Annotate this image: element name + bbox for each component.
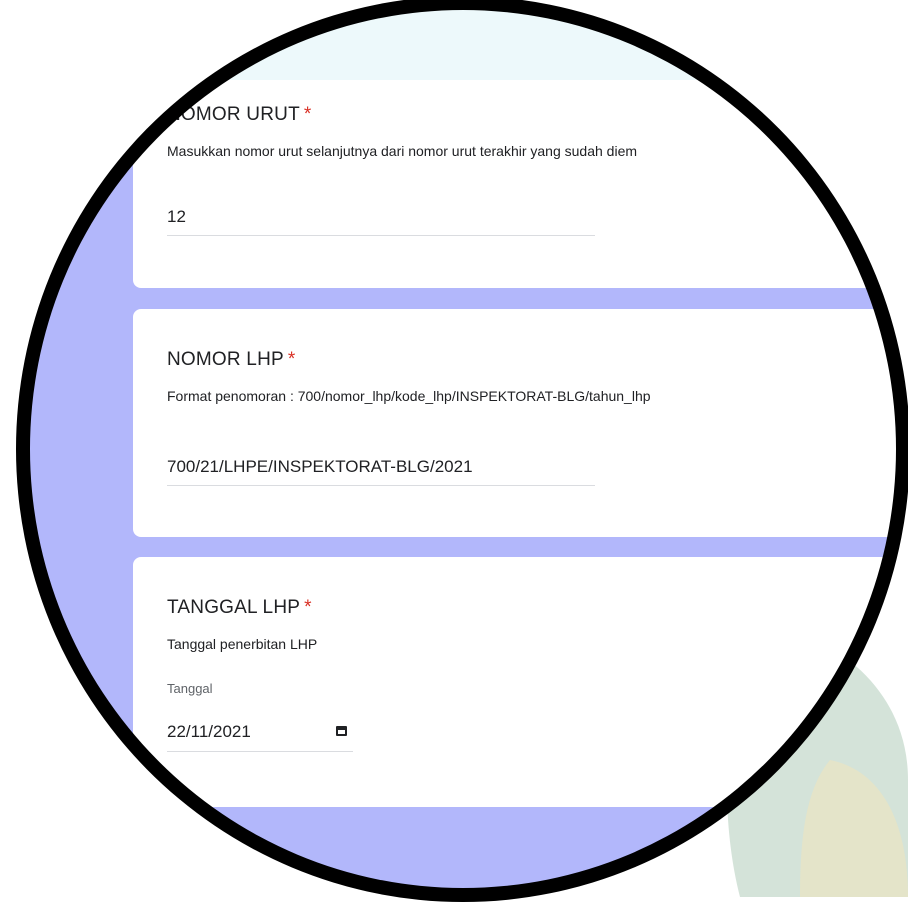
- question-card-tanggal-lhp: TANGGAL LHP * Tanggal penerbitan LHP Tang…: [133, 557, 898, 807]
- form-header-strip: [28, 8, 898, 81]
- question-title-text: NOMOR LHP: [167, 349, 284, 370]
- question-card-nomor-lhp: NOMOR LHP * Format penomoran : 700/nomor_…: [133, 309, 898, 537]
- nomor-urut-input[interactable]: 12: [167, 203, 595, 236]
- question-description: Tanggal penerbitan LHP: [167, 636, 318, 652]
- question-title: NOMOR URUT *: [167, 104, 312, 126]
- question-title: TANGGAL LHP *: [167, 597, 312, 619]
- calendar-icon[interactable]: [336, 726, 347, 736]
- question-description: Format penomoran : 700/nomor_lhp/kode_lh…: [167, 388, 651, 404]
- question-title-text: NOMOR URUT: [167, 104, 300, 125]
- required-asterisk: *: [303, 104, 312, 125]
- tanggal-lhp-date-input[interactable]: 22/11/2021: [167, 717, 353, 752]
- question-description: Masukkan nomor urut selanjutnya dari nom…: [167, 143, 638, 159]
- date-field-label: Tanggal: [167, 681, 213, 696]
- required-asterisk: *: [304, 597, 312, 618]
- question-title-text: TANGGAL LHP: [167, 597, 301, 618]
- magnifier-lens: NOMOR URUT * Masukkan nomor urut selanjut…: [28, 8, 898, 890]
- nomor-lhp-input[interactable]: 700/21/LHPE/INSPEKTORAT-BLG/2021: [167, 453, 595, 486]
- question-card-nomor-urut: NOMOR URUT * Masukkan nomor urut selanjut…: [133, 80, 898, 288]
- question-title: NOMOR LHP *: [167, 349, 295, 371]
- date-value: 22/11/2021: [167, 722, 251, 741]
- required-asterisk: *: [287, 349, 296, 370]
